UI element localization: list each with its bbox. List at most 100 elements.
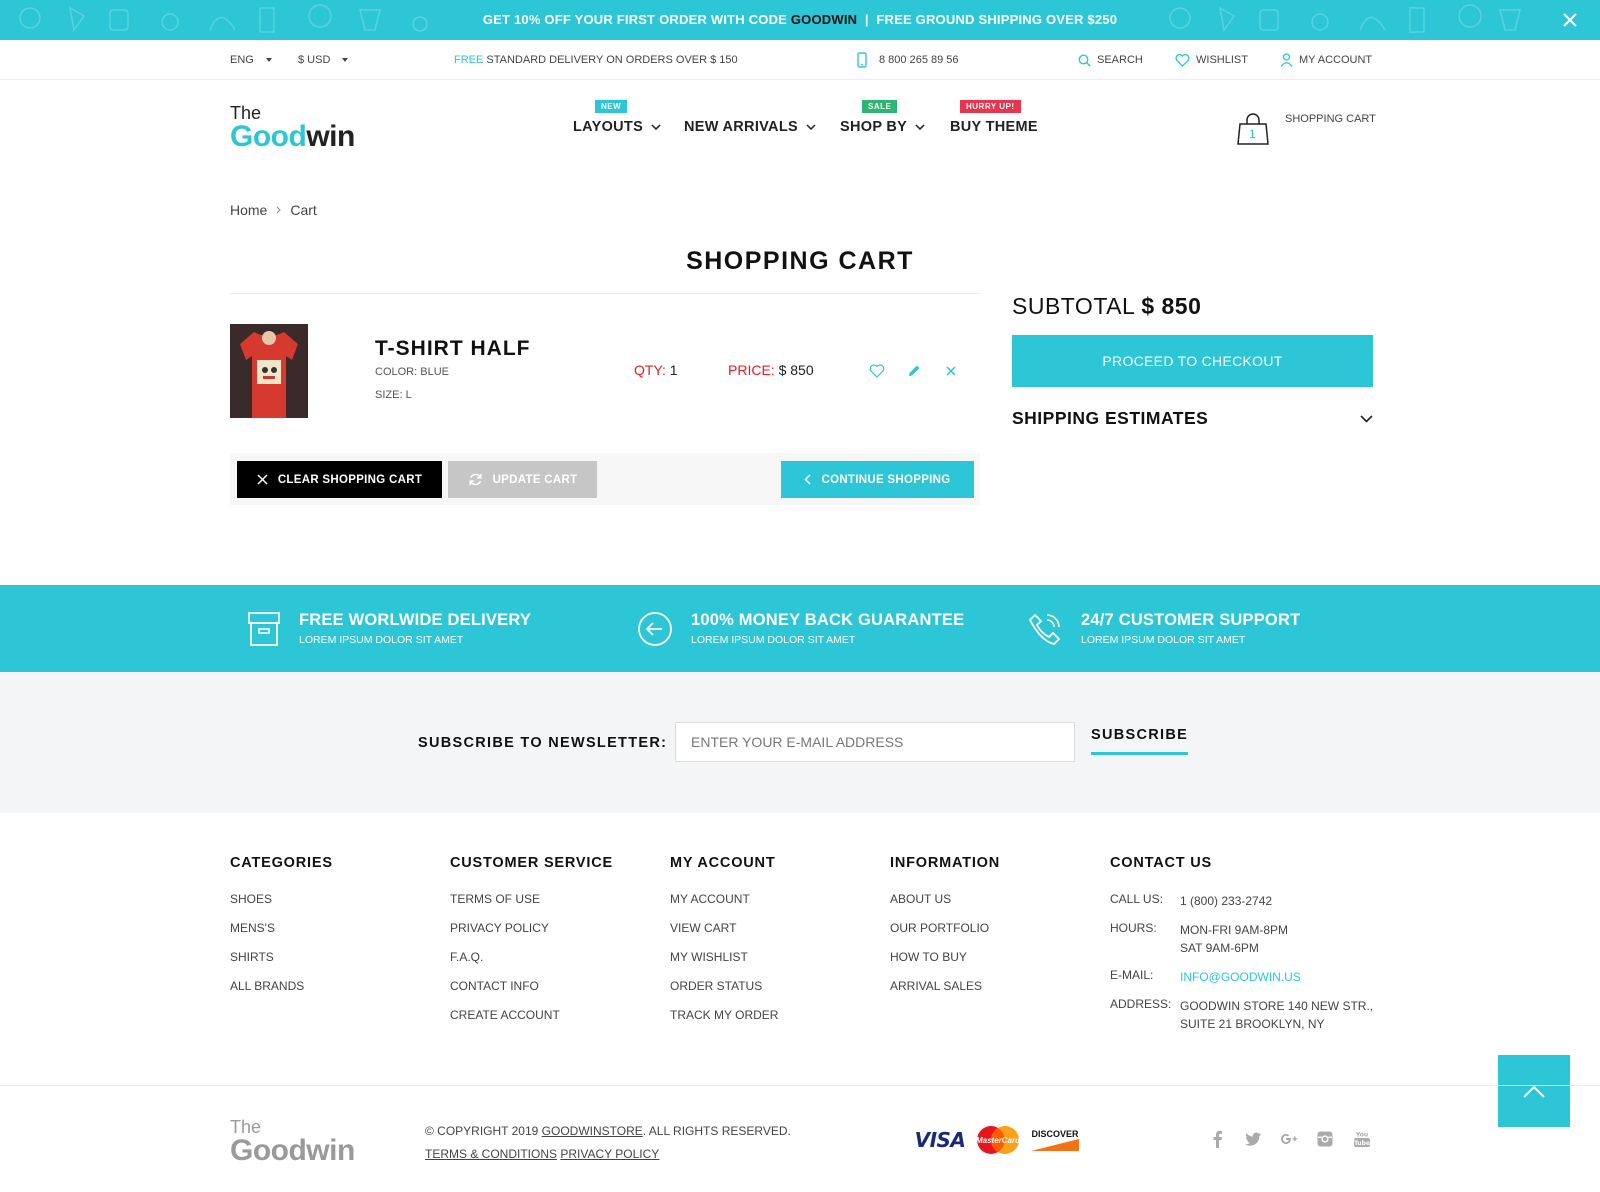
contact-phone[interactable]: 1 (800) 233-2742 — [1180, 892, 1272, 910]
privacy-link[interactable]: PRIVACY POLICY — [560, 1147, 659, 1161]
delivery-text: STANDARD DELIVERY ON ORDERS OVER $ 150 — [483, 54, 738, 66]
feature-support: 24/7 CUSTOMER SUPPORT LOREM IPSUM DOLOR … — [1027, 585, 1300, 672]
currency-label: $ USD — [298, 54, 331, 66]
user-icon — [1280, 53, 1293, 67]
continue-shopping-button[interactable]: CONTINUE SHOPPING — [781, 461, 974, 498]
footer-link[interactable]: F.A.Q. — [450, 950, 613, 964]
breadcrumb-home[interactable]: Home — [230, 202, 267, 218]
footer-link[interactable]: ALL BRANDS — [230, 979, 333, 993]
footer-link[interactable]: TRACK MY ORDER — [670, 1008, 778, 1022]
footer-link[interactable]: CONTACT INFO — [450, 979, 613, 993]
shopping-cart-button[interactable]: 1 — [1236, 112, 1272, 146]
shopping-cart-label[interactable]: SHOPPING CART — [1285, 113, 1376, 125]
phone-number[interactable]: 8 800 265 89 56 — [857, 40, 959, 80]
footer-logo[interactable]: The Goodwin — [230, 1118, 355, 1166]
mastercard-icon: MasterCard — [975, 1125, 1021, 1155]
product-thumbnail[interactable] — [230, 324, 308, 418]
footer-heading: INFORMATION — [890, 855, 1001, 871]
youtube-icon[interactable]: TubeYou — [1353, 1130, 1371, 1148]
footer-link[interactable]: MY ACCOUNT — [670, 892, 778, 906]
copyright-suffix: . ALL RIGHTS RESERVED. — [642, 1124, 791, 1138]
footer-link[interactable]: MY WISHLIST — [670, 950, 778, 964]
feature-support-subtitle: LOREM IPSUM DOLOR SIT AMET — [1081, 634, 1246, 646]
chevron-down-icon — [651, 124, 661, 130]
size-value: L — [405, 389, 412, 401]
footer-link[interactable]: MENS'S — [230, 921, 333, 935]
svg-text:Tube: Tube — [1354, 1140, 1370, 1147]
subtotal-label: SUBTOTAL — [1012, 293, 1135, 319]
account-link[interactable]: MY ACCOUNT — [1280, 40, 1372, 80]
newsletter-email-input[interactable] — [675, 722, 1075, 762]
copyright: © COPYRIGHT 2019 GOODWINSTORE. ALL RIGHT… — [425, 1120, 791, 1166]
discover-label: DISCOVER — [1031, 1129, 1079, 1139]
close-icon[interactable] — [1562, 12, 1578, 28]
chevron-right-icon — [277, 206, 282, 214]
footer-link[interactable]: ARRIVAL SALES — [890, 979, 1000, 993]
clear-cart-button[interactable]: CLEAR SHOPPING CART — [237, 461, 442, 498]
footer-link[interactable]: VIEW CART — [670, 921, 778, 935]
contact-hours: HOURS: MON-FRI 9AM-8PM SAT 9AM-6PM — [1110, 921, 1373, 957]
product-qty[interactable]: QTY: 1 — [634, 362, 678, 378]
discover-icon: DISCOVER — [1030, 1125, 1080, 1155]
footer-link[interactable]: CREATE ACCOUNT — [450, 1008, 613, 1022]
promo-text: GET 10% OFF YOUR FIRST ORDER WITH CODE G… — [0, 0, 1600, 40]
back-to-top-button[interactable] — [1498, 1055, 1570, 1127]
twitter-icon[interactable] — [1244, 1130, 1262, 1148]
footer-link[interactable]: HOW TO BUY — [890, 950, 1000, 964]
visa-icon: VISA — [914, 1125, 966, 1155]
promo-offer: GET 10% OFF YOUR FIRST ORDER WITH CODE — [482, 12, 791, 27]
top-utility-bar: ENG $ USD FREE STANDARD DELIVERY ON ORDE… — [0, 40, 1600, 80]
copyright-text: © COPYRIGHT 2019 — [425, 1124, 542, 1138]
page-title: SHOPPING CART — [686, 247, 914, 275]
contact-call: CALL US: 1 (800) 233-2742 — [1110, 892, 1373, 910]
footer-link[interactable]: TERMS OF USE — [450, 892, 613, 906]
shipping-estimates-toggle[interactable]: SHIPPING ESTIMATES — [1012, 408, 1373, 429]
footer-link[interactable]: ORDER STATUS — [670, 979, 778, 993]
google-plus-icon[interactable] — [1280, 1130, 1298, 1148]
footer-link[interactable]: OUR PORTFOLIO — [890, 921, 1000, 935]
terms-link[interactable]: TERMS & CONDITIONS — [425, 1147, 557, 1161]
account-label: MY ACCOUNT — [1299, 54, 1373, 66]
footer-customer-service: CUSTOMER SERVICE TERMS OF USE PRIVACY PO… — [450, 855, 613, 1037]
currency-selector[interactable]: $ USD — [298, 40, 349, 80]
edit-pencil-icon[interactable] — [906, 363, 922, 379]
language-selector[interactable]: ENG — [230, 40, 272, 80]
remove-icon[interactable] — [943, 363, 959, 379]
copyright-store-link[interactable]: GOODWINSTORE — [542, 1124, 643, 1138]
contact-email-link[interactable]: INFO@GOODWIN.US — [1180, 968, 1301, 986]
footer-link[interactable]: SHIRTS — [230, 950, 333, 964]
nav-new-arrivals-label: NEW ARRIVALS — [684, 119, 798, 135]
instagram-icon[interactable] — [1316, 1130, 1334, 1148]
nav-new-arrivals[interactable]: NEW ARRIVALS — [684, 119, 816, 135]
features-band: FREE WORLWIDE DELIVERY LOREM IPSUM DOLOR… — [0, 585, 1600, 672]
footer-contact: CONTACT US CALL US: 1 (800) 233-2742 HOUR… — [1110, 855, 1373, 1044]
footer-link[interactable]: PRIVACY POLICY — [450, 921, 613, 935]
contact-label: E-MAIL: — [1110, 968, 1154, 982]
size-label: SIZE: — [375, 389, 403, 401]
subscribe-button[interactable]: SUBSCRIBE — [1091, 727, 1189, 755]
facebook-icon[interactable] — [1209, 1130, 1227, 1148]
product-name[interactable]: T-SHIRT HALF — [375, 337, 530, 361]
heart-icon[interactable] — [869, 363, 885, 379]
qty-label: QTY: — [634, 362, 666, 378]
search-icon — [1078, 53, 1091, 67]
feature-delivery-title: FREE WORLWIDE DELIVERY — [299, 611, 532, 629]
shipping-estimates-label: SHIPPING ESTIMATES — [1012, 408, 1209, 428]
chevron-down-icon — [1360, 414, 1373, 423]
nav-buy-theme[interactable]: BUY THEME — [950, 119, 1038, 135]
checkout-button[interactable]: PROCEED TO CHECKOUT — [1012, 335, 1373, 387]
footer-link[interactable]: SHOES — [230, 892, 333, 906]
search-link[interactable]: SEARCH — [1078, 40, 1143, 80]
footer-link[interactable]: ABOUT US — [890, 892, 1000, 906]
wishlist-link[interactable]: WISHLIST — [1175, 40, 1248, 80]
nav-shop-by[interactable]: SHOP BY — [840, 119, 925, 135]
visa-label: VISA — [914, 1128, 966, 1152]
product-price: PRICE: $ 850 — [728, 362, 814, 378]
delivery-notice: FREE STANDARD DELIVERY ON ORDERS OVER $ … — [454, 40, 738, 80]
nav-layouts-label: LAYOUTS — [573, 119, 644, 135]
site-logo[interactable]: The Goodwin — [230, 104, 355, 152]
nav-layouts[interactable]: LAYOUTS — [573, 119, 661, 135]
update-cart-button[interactable]: UPDATE CART — [448, 461, 597, 498]
chevron-left-icon — [804, 474, 811, 485]
promo-separator: | — [857, 12, 877, 27]
